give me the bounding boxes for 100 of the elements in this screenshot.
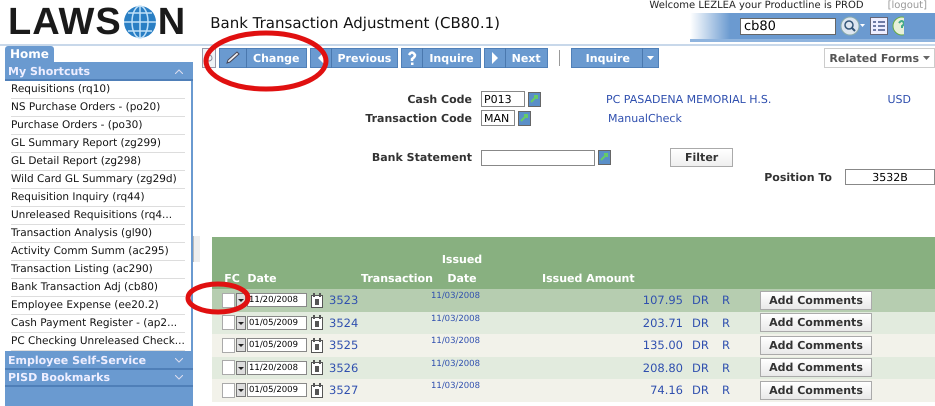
fc-checkbox[interactable] <box>222 315 235 330</box>
add-comments-button[interactable]: Add Comments <box>760 358 872 378</box>
table-cell-text: DR <box>692 293 710 308</box>
table-cell-text: 135.00 <box>642 338 683 352</box>
date-field[interactable]: 11/20/2008 <box>247 293 307 308</box>
related-forms-dropdown[interactable]: Related Forms <box>824 48 935 68</box>
shortcut-item[interactable]: Employee Expense (ee20.2) <box>11 297 185 315</box>
welcome-text: Welcome LEZLEA your Productline is PROD <box>649 0 864 13</box>
shortcut-item[interactable]: Bank Transaction Adj (cb80) <box>11 279 185 297</box>
table-row[interactable]: 01/05/2009 3524 11/03/2008 203.71 DR R Add Comments <box>212 312 935 334</box>
date-field[interactable]: 01/05/2009 <box>247 316 307 330</box>
table-cell-text: 74.16 <box>649 383 683 398</box>
shortcut-item[interactable]: Wild Card GL Summary (zg29d) <box>11 171 185 189</box>
shortcut-item[interactable]: Cash Payment Register - (ap2... <box>11 315 185 333</box>
shortcut-item[interactable]: Requisition Inquiry (rq44) <box>11 189 185 207</box>
calendar-icon[interactable] <box>311 382 323 398</box>
transaction-code-description: ManualCheck <box>608 112 682 124</box>
window-title: Bank Transaction Adjustment (CB80.1) <box>210 14 500 32</box>
shortcut-item[interactable]: Purchase Orders - (po30) <box>11 117 185 135</box>
dropdown-icon[interactable] <box>236 360 246 375</box>
table-cell-text: 11/03/2008 <box>431 314 481 324</box>
table-cell-text: 11/03/2008 <box>431 336 481 346</box>
fc-checkbox[interactable] <box>222 338 235 353</box>
add-comments-button[interactable]: Add Comments <box>760 290 872 310</box>
column-header: Transaction <box>361 272 433 285</box>
table-row[interactable]: 11/20/2008 3526 11/03/2008 208.80 DR R Add Comments <box>212 356 935 379</box>
field-label: Position To <box>764 170 832 184</box>
calendar-icon[interactable] <box>311 292 323 308</box>
chevron-up-icon <box>175 69 183 74</box>
table-cell-text: DR <box>692 316 710 330</box>
lookup-icon[interactable] <box>598 150 611 165</box>
transaction-code-field[interactable]: MAN <box>481 110 515 126</box>
shortcut-item[interactable]: Activity Comm Summ (ac295) <box>11 243 185 261</box>
column-header: Date <box>247 272 277 285</box>
dropdown-icon[interactable] <box>236 316 246 330</box>
question-mark-icon <box>407 51 418 65</box>
logo: LAWS N <box>7 0 186 41</box>
cash-code-field[interactable]: P013 <box>481 91 525 107</box>
currency-text: USD <box>887 92 911 106</box>
table-row[interactable]: 01/05/2009 3527 11/03/2008 74.16 DR R Add Comments <box>212 379 935 402</box>
calendar-icon[interactable] <box>311 338 323 353</box>
fc-checkbox[interactable] <box>222 360 235 376</box>
table-cell-text: 3523 <box>329 293 360 308</box>
bank-statement-field[interactable] <box>481 150 595 166</box>
search-icon[interactable] <box>840 16 866 36</box>
table-cell-text: 203.71 <box>642 316 683 330</box>
fc-checkbox[interactable] <box>222 382 235 398</box>
shortcut-item[interactable]: PC Checking Unreleased Check... <box>11 333 185 351</box>
table-cell-text: R <box>722 316 731 330</box>
add-comments-button[interactable]: Add Comments <box>760 336 872 355</box>
lookup-icon[interactable] <box>518 110 531 126</box>
position-to-field[interactable]: 3532B <box>845 169 935 185</box>
table-row[interactable]: 01/05/2009 3525 11/03/2008 135.00 DR R Add Comments <box>212 334 935 356</box>
table-cell-text: R <box>722 360 731 375</box>
table-cell-text: 3526 <box>329 360 360 375</box>
add-comments-button[interactable]: Add Comments <box>760 313 872 332</box>
field-label: Bank Statement <box>370 151 472 164</box>
calendar-icon[interactable] <box>311 315 323 330</box>
table-cell-text: 11/03/2008 <box>431 291 481 301</box>
date-field[interactable]: 11/20/2008 <box>247 360 307 375</box>
right-triangle-icon <box>490 52 500 64</box>
shortcut-item[interactable]: GL Detail Report (zg298) <box>11 153 185 171</box>
date-field[interactable]: 01/05/2009 <box>247 383 307 398</box>
shortcut-item[interactable]: Transaction Listing (ac290) <box>11 261 185 279</box>
table-cell-text: R <box>722 338 731 352</box>
shortcut-item[interactable]: Unreleased Requisitions (rq4... <box>11 207 185 225</box>
field-label: Cash Code <box>406 92 472 106</box>
cash-code-description: PC PASADENA MEMORIAL H.S. <box>606 92 772 106</box>
table-cell-text: DR <box>692 360 710 375</box>
table-cell-text: 3524 <box>329 316 360 330</box>
dropdown-icon[interactable] <box>236 383 246 398</box>
table-cell-text: 3525 <box>329 338 360 352</box>
splitter-handle[interactable] <box>193 236 200 262</box>
table-cell-text: 107.95 <box>642 293 683 308</box>
column-header: Issued <box>442 253 482 266</box>
table-cell-text: R <box>722 383 731 398</box>
filter-button[interactable]: Filter <box>670 148 734 167</box>
date-field[interactable]: 01/05/2009 <box>247 338 307 352</box>
shortcut-item[interactable]: GL Summary Report (zg299) <box>11 135 185 153</box>
shortcut-item[interactable]: NS Purchase Orders - (po20) <box>11 99 185 117</box>
dropdown-icon[interactable] <box>236 338 246 352</box>
shortcut-item[interactable]: Requisitions (rq10) <box>11 81 185 99</box>
fc-checkbox[interactable] <box>222 292 235 308</box>
table-cell-text: DR <box>692 338 710 352</box>
shortcut-item[interactable]: Transaction Analysis (gl90) <box>11 225 185 243</box>
globe-icon <box>122 5 157 39</box>
left-triangle-icon <box>316 52 326 64</box>
table-row[interactable]: 11/20/2008 3523 11/03/2008 107.95 DR R Add Comments <box>212 289 935 312</box>
checklist-icon[interactable] <box>870 17 888 35</box>
lookup-icon[interactable] <box>528 92 541 106</box>
table-cell-text: 3527 <box>329 383 360 398</box>
table-cell-text: 11/03/2008 <box>431 358 481 368</box>
caret-down-icon <box>646 56 654 60</box>
calendar-icon[interactable] <box>311 360 323 376</box>
search-field[interactable]: cb80 <box>740 18 836 34</box>
highlight-circle <box>185 281 251 315</box>
column-header: Date <box>447 272 477 285</box>
caret-down-icon <box>923 56 930 60</box>
add-comments-button[interactable]: Add Comments <box>760 380 872 400</box>
table-cell-text: DR <box>692 383 710 398</box>
